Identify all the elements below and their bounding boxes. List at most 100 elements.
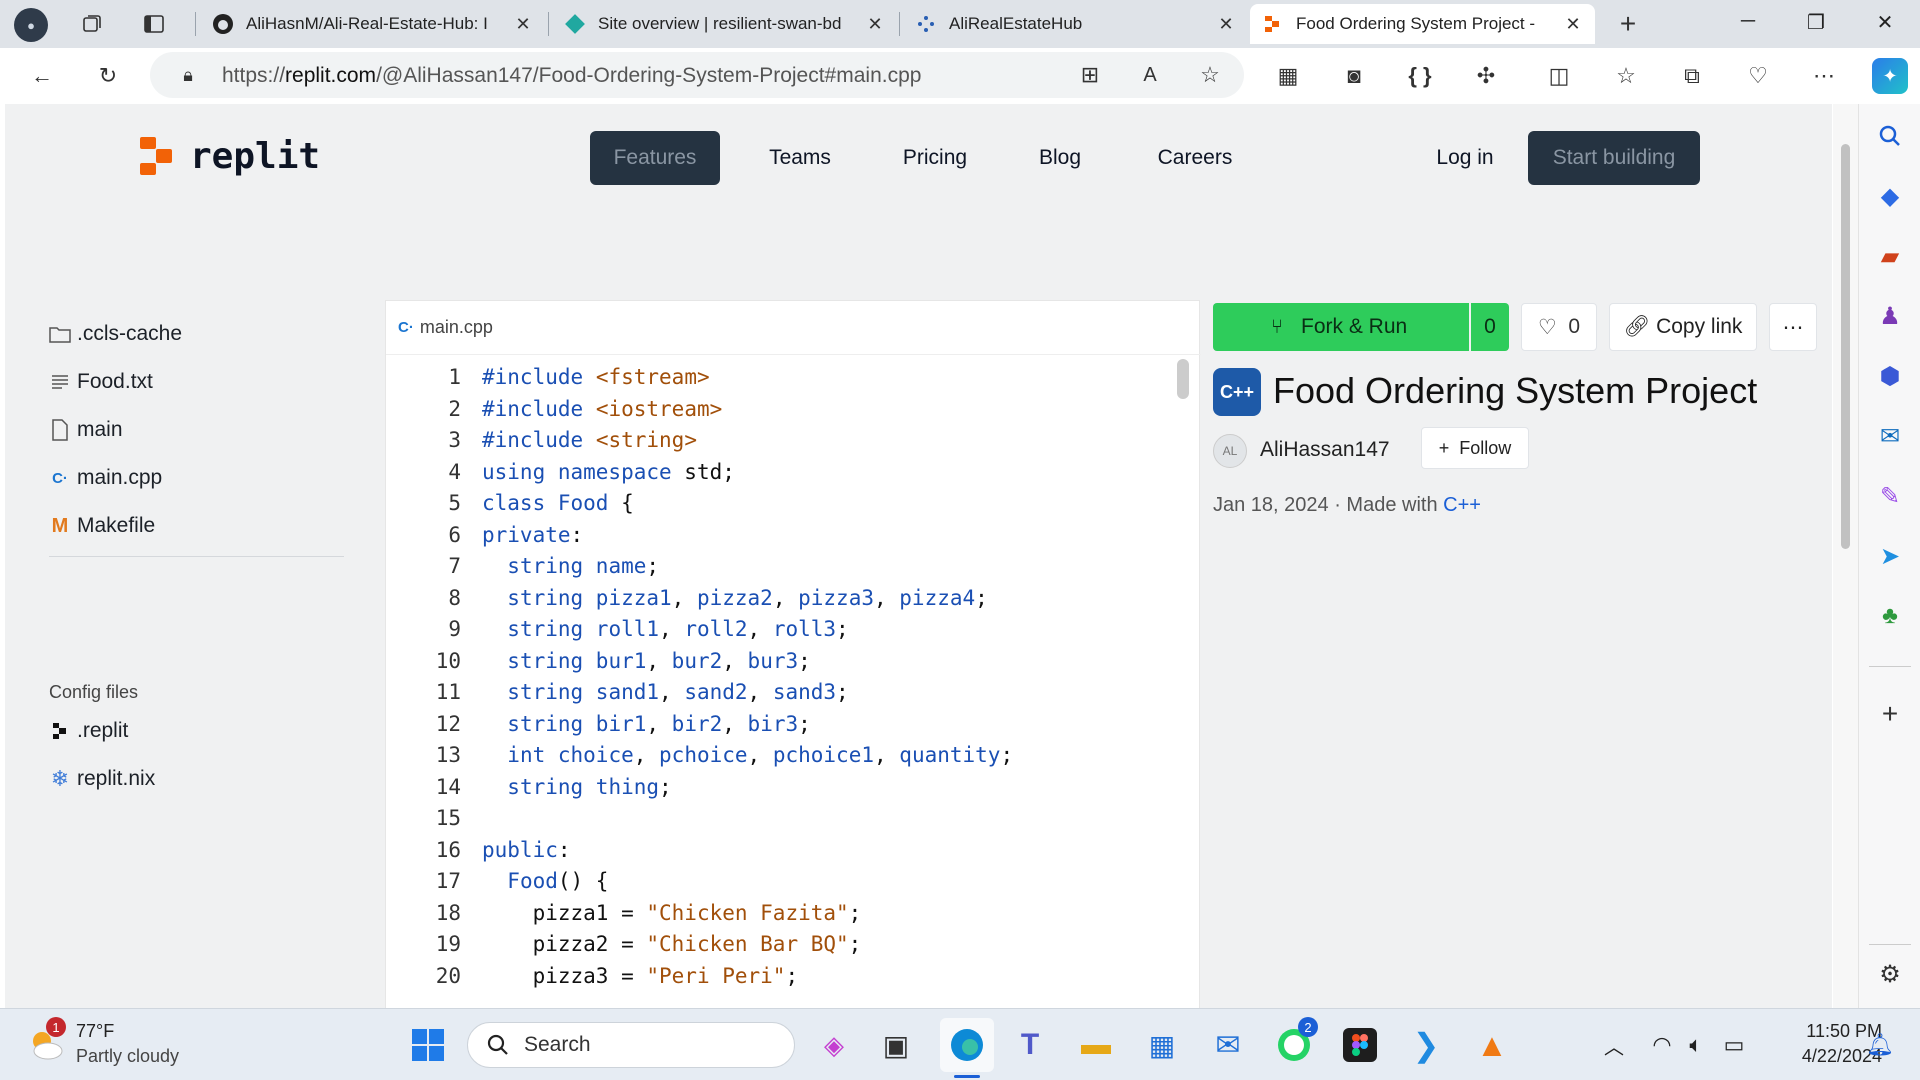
fork-run-button[interactable]: ⑂ Fork & Run <box>1213 303 1469 351</box>
tab-alirealestatehub[interactable]: AliRealEstateHub ✕ <box>903 4 1248 44</box>
mail-icon[interactable]: ✉ <box>1206 1023 1250 1067</box>
back-icon[interactable]: ← <box>28 62 56 90</box>
link-icon: 🔗︎ <box>1623 315 1651 338</box>
url-text[interactable]: https://replit.com/@AliHassan147/Food-Or… <box>222 64 921 88</box>
file-item-main[interactable]: main <box>49 415 123 445</box>
file-item-replit[interactable]: .replit <box>49 716 128 746</box>
gear-icon[interactable]: ⚙ <box>1876 960 1904 988</box>
line-number: 2 <box>448 397 461 421</box>
notification-bell-icon[interactable]: 🔔︎ <box>1858 1023 1902 1067</box>
refresh-icon[interactable]: ↻ <box>94 62 122 90</box>
app-available-icon[interactable]: ⊞ <box>1076 61 1104 89</box>
close-icon[interactable]: ✕ <box>1563 14 1583 35</box>
netlify-icon <box>564 13 586 35</box>
line-number: 10 <box>435 649 461 673</box>
login-link[interactable]: Log in <box>1410 131 1520 185</box>
search-icon[interactable] <box>1876 122 1904 150</box>
favorite-star-icon[interactable]: ☆ <box>1196 61 1224 89</box>
send-icon[interactable]: ➤ <box>1876 542 1904 570</box>
code-line: int choice, pchoice, pchoice1, quantity; <box>507 743 1014 767</box>
author-avatar[interactable]: AL <box>1213 434 1247 468</box>
more-options-button[interactable]: ⋯ <box>1769 303 1817 351</box>
copy-link-button[interactable]: 🔗︎ Copy link <box>1609 303 1757 351</box>
tab-github[interactable]: AliHasnM/Ali-Real-Estate-Hub: I ✕ <box>200 4 545 44</box>
url-bar[interactable]: 🔒︎ https://replit.com/@AliHassan147/Food… <box>150 52 1244 98</box>
start-building-button[interactable]: Start building <box>1528 131 1700 185</box>
scrollbar-thumb[interactable] <box>1841 144 1850 549</box>
restore-button[interactable]: ❐ <box>1793 10 1839 38</box>
close-window-button[interactable]: ✕ <box>1862 10 1908 38</box>
nav-blog-link[interactable]: Blog <box>1015 131 1105 185</box>
whatsapp-icon[interactable]: 2 <box>1272 1017 1318 1067</box>
line-number: 11 <box>435 680 461 704</box>
file-name: main.cpp <box>77 466 163 489</box>
task-view-icon[interactable]: ▣ <box>874 1023 918 1067</box>
file-item-main-cpp[interactable]: C· main.cpp <box>49 463 162 493</box>
code-area[interactable]: 1 #include <fstream> 2 #include <iostrea… <box>386 355 1201 1009</box>
vlc-icon[interactable]: ▲ <box>1470 1023 1514 1067</box>
close-icon[interactable]: ✕ <box>865 14 885 35</box>
microsoft365-icon[interactable]: ⬢ <box>1876 362 1904 390</box>
page-scrollbar[interactable] <box>1833 104 1858 1008</box>
collections-icon[interactable]: ⧉ <box>1678 62 1706 90</box>
settings-more-icon[interactable]: ⋯ <box>1810 62 1838 90</box>
file-item-food-txt[interactable]: Food.txt <box>49 367 153 397</box>
file-item-replit-nix[interactable]: ❄ replit.nix <box>49 764 155 794</box>
new-tab-icon[interactable]: + <box>1616 8 1640 39</box>
tree-icon[interactable]: ♣ <box>1876 602 1904 630</box>
edge-taskbar-icon[interactable] <box>940 1018 994 1072</box>
profile-avatar[interactable]: ● <box>14 8 48 42</box>
close-icon[interactable]: ✕ <box>1216 14 1236 35</box>
tools-briefcase-icon[interactable]: ▰ <box>1876 242 1904 270</box>
close-icon[interactable]: ✕ <box>513 14 533 35</box>
workspaces-icon[interactable] <box>80 12 104 36</box>
file-item-ccls-cache[interactable]: .ccls-cache <box>49 319 182 349</box>
weather-widget[interactable]: 1 <box>26 1017 66 1065</box>
replit-logo[interactable]: replit <box>140 136 320 177</box>
editor-scrollbar[interactable] <box>1177 359 1189 399</box>
add-icon[interactable]: + <box>1876 698 1904 729</box>
browser-essentials-icon[interactable]: ♡ <box>1744 62 1772 90</box>
nav-pricing-link[interactable]: Pricing <box>880 131 990 185</box>
taskbar-search[interactable]: Search <box>467 1022 795 1068</box>
author-name[interactable]: AliHassan147 <box>1260 438 1390 462</box>
favorites-icon[interactable]: ☆ <box>1612 62 1640 90</box>
logo-wordmark: replit <box>190 136 321 177</box>
tab-site-overview[interactable]: Site overview | resilient-swan-bd ✕ <box>552 4 897 44</box>
nav-teams-link[interactable]: Teams <box>750 131 850 185</box>
folder-icon <box>49 323 71 345</box>
split-screen-icon[interactable]: ◫ <box>1545 62 1573 90</box>
vscode-icon[interactable]: ❯ <box>1404 1023 1448 1067</box>
nav-careers-link[interactable]: Careers <box>1135 131 1255 185</box>
microsoft-store-icon[interactable]: ▦ <box>1140 1023 1184 1067</box>
outlook-icon[interactable]: ✉ <box>1876 422 1904 450</box>
copilot-icon[interactable]: ✦ <box>1872 58 1908 94</box>
nav-features-button[interactable]: Features <box>590 131 720 185</box>
line-number: 20 <box>435 964 461 988</box>
read-aloud-icon[interactable]: A <box>1136 61 1164 89</box>
file-item-makefile[interactable]: M Makefile <box>49 511 156 541</box>
follow-button[interactable]: + Follow <box>1421 427 1529 469</box>
copilot-pre-icon[interactable]: ◈ <box>812 1023 856 1067</box>
games-icon[interactable]: ♟ <box>1876 302 1904 330</box>
teams-icon[interactable]: T <box>1008 1023 1052 1067</box>
shopping-tag-icon[interactable]: ◆ <box>1876 182 1904 210</box>
lock-icon[interactable]: 🔒︎ <box>174 61 202 89</box>
like-button[interactable]: ♡ 0 <box>1521 303 1597 351</box>
windows-start-icon[interactable] <box>406 1023 450 1067</box>
screenshot-icon[interactable]: ◙ <box>1340 62 1368 90</box>
minimize-button[interactable]: ─ <box>1725 10 1771 38</box>
tab-food-ordering[interactable]: Food Ordering System Project - ✕ <box>1250 4 1595 44</box>
designer-icon[interactable]: ✎ <box>1876 482 1904 510</box>
file-explorer-icon[interactable]: ▬ <box>1074 1023 1118 1067</box>
json-extension-icon[interactable]: { } <box>1406 62 1434 90</box>
chevron-up-icon[interactable]: ︿ <box>1592 1023 1636 1067</box>
extensions-puzzle-icon[interactable]: ✣ <box>1472 62 1500 90</box>
vertical-tabs-icon[interactable] <box>142 12 166 36</box>
code-line: class Food { <box>482 491 634 515</box>
battery-icon[interactable]: ▭ <box>1712 1023 1756 1067</box>
extension-calendar-icon[interactable]: ▦ <box>1274 62 1302 90</box>
figma-icon[interactable] <box>1338 1023 1382 1067</box>
language-link[interactable]: C++ <box>1443 494 1481 516</box>
line-number: 19 <box>435 932 461 956</box>
